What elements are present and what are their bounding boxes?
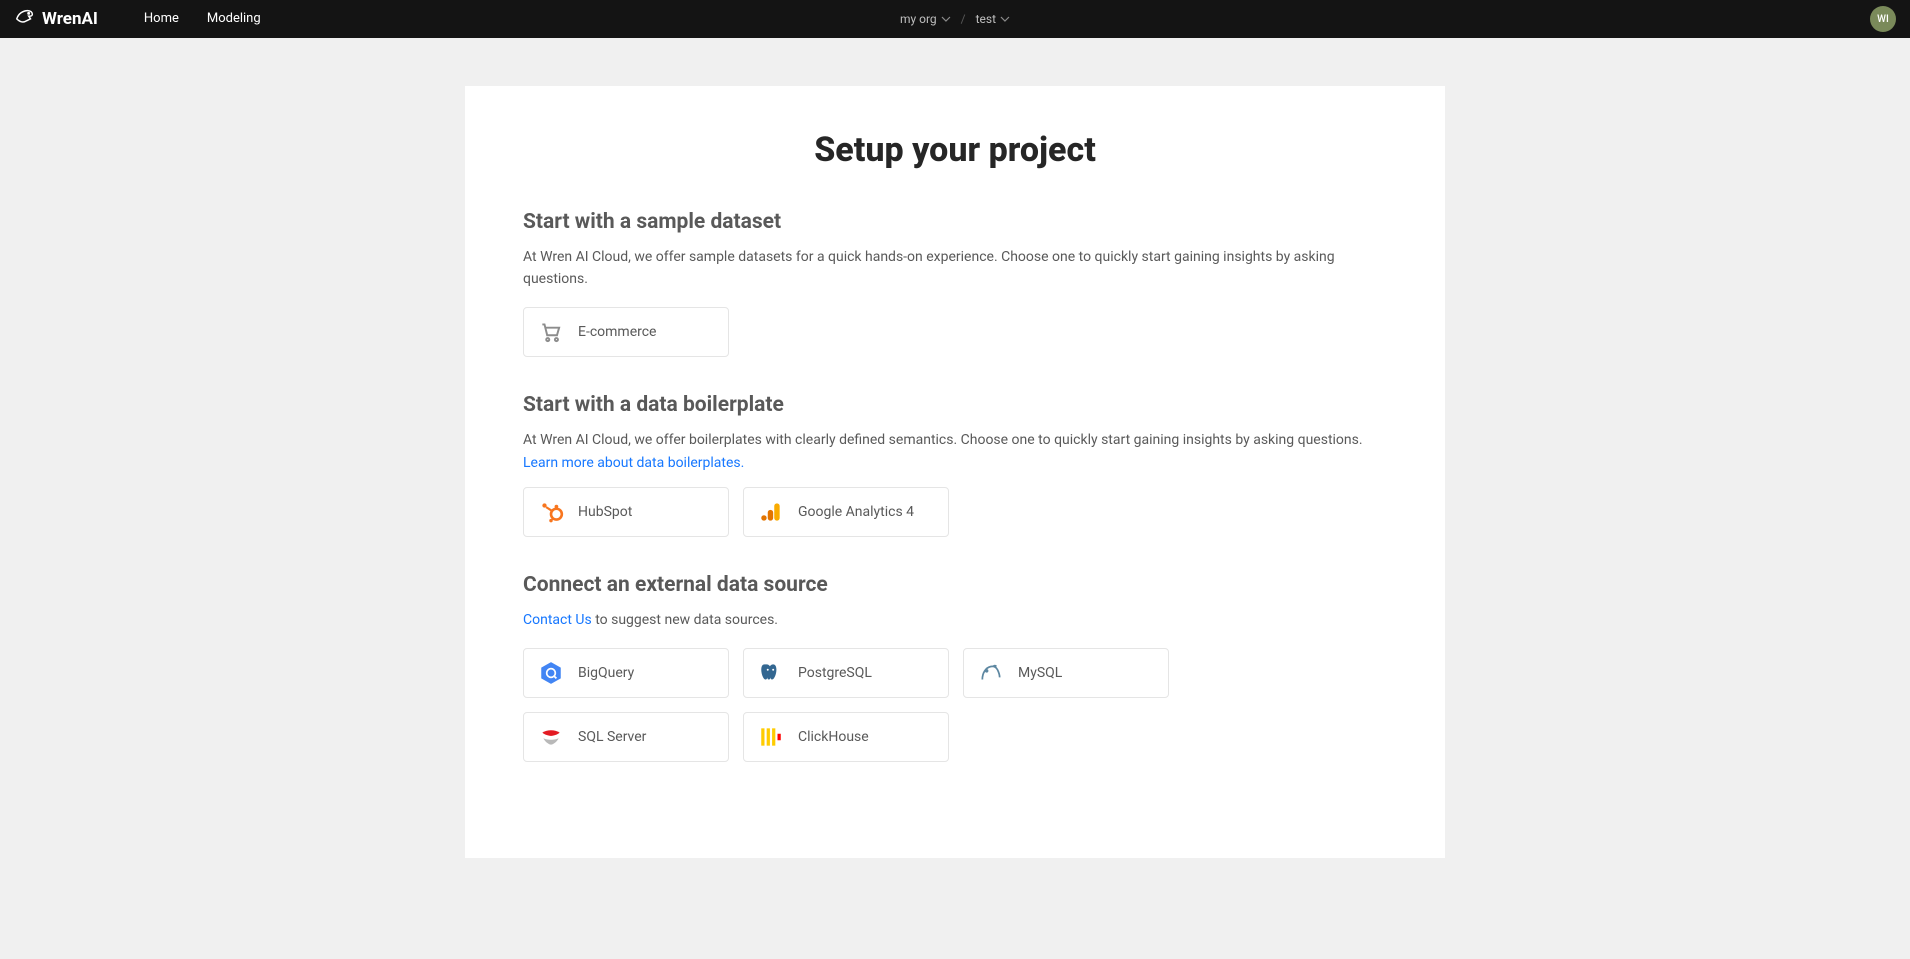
setup-panel: Setup your project Start with a sample d… <box>465 86 1445 858</box>
section-sample-heading: Start with a sample dataset <box>523 210 1387 234</box>
breadcrumb-project[interactable]: test <box>976 12 1010 26</box>
card-postgres-label: PostgreSQL <box>798 665 872 681</box>
card-mysql-label: MySQL <box>1018 665 1062 681</box>
wren-bird-icon <box>14 6 36 33</box>
postgresql-icon <box>758 660 784 686</box>
card-sqlserver[interactable]: SQL Server <box>523 712 729 762</box>
google-analytics-icon <box>758 499 784 525</box>
sqlserver-icon <box>538 724 564 750</box>
section-boilerplate: Start with a data boilerplate At Wren AI… <box>523 393 1387 537</box>
section-sample-dataset: Start with a sample dataset At Wren AI C… <box>523 210 1387 357</box>
section-external-desc: Contact Us to suggest new data sources. <box>523 609 1387 631</box>
page-title: Setup your project <box>523 130 1387 170</box>
bigquery-icon <box>538 660 564 686</box>
breadcrumb: my org / test <box>900 12 1010 26</box>
brand-logo[interactable]: WrenAI <box>14 6 98 33</box>
card-ga4[interactable]: Google Analytics 4 <box>743 487 949 537</box>
section-boilerplate-desc: At Wren AI Cloud, we offer boilerplates … <box>523 429 1387 451</box>
avatar[interactable]: WI <box>1870 6 1896 32</box>
section-sample-desc: At Wren AI Cloud, we offer sample datase… <box>523 246 1387 291</box>
link-contact-us[interactable]: Contact Us <box>523 612 592 628</box>
card-ecommerce[interactable]: E-commerce <box>523 307 729 357</box>
section-external-heading: Connect an external data source <box>523 573 1387 597</box>
avatar-initials: WI <box>1877 14 1889 25</box>
brand-name: WrenAI <box>42 9 98 29</box>
card-sqlserver-label: SQL Server <box>578 729 646 745</box>
nav-home[interactable]: Home <box>144 0 179 38</box>
top-navbar: WrenAI Home Modeling my org / test WI <box>0 0 1910 38</box>
card-clickhouse-label: ClickHouse <box>798 729 869 745</box>
nav-modeling[interactable]: Modeling <box>207 0 261 38</box>
card-ecommerce-label: E-commerce <box>578 324 656 340</box>
section-external: Connect an external data source Contact … <box>523 573 1387 761</box>
link-learn-boilerplates[interactable]: Learn more about data boilerplates. <box>523 455 744 471</box>
chevron-down-icon <box>941 14 951 24</box>
clickhouse-icon <box>758 724 784 750</box>
section-external-suffix: to suggest new data sources. <box>592 612 778 628</box>
card-bigquery[interactable]: BigQuery <box>523 648 729 698</box>
card-ga4-label: Google Analytics 4 <box>798 504 914 520</box>
card-hubspot[interactable]: HubSpot <box>523 487 729 537</box>
breadcrumb-project-label: test <box>976 12 996 26</box>
card-postgres[interactable]: PostgreSQL <box>743 648 949 698</box>
card-hubspot-label: HubSpot <box>578 504 632 520</box>
main-nav: Home Modeling <box>144 0 261 38</box>
chevron-down-icon <box>1000 14 1010 24</box>
mysql-icon <box>978 660 1004 686</box>
card-mysql[interactable]: MySQL <box>963 648 1169 698</box>
card-bigquery-label: BigQuery <box>578 665 634 681</box>
card-clickhouse[interactable]: ClickHouse <box>743 712 949 762</box>
shopping-cart-icon <box>538 319 564 345</box>
breadcrumb-org-label: my org <box>900 12 937 26</box>
breadcrumb-separator: / <box>961 12 966 26</box>
breadcrumb-org[interactable]: my org <box>900 12 951 26</box>
section-boilerplate-heading: Start with a data boilerplate <box>523 393 1387 417</box>
hubspot-icon <box>538 499 564 525</box>
